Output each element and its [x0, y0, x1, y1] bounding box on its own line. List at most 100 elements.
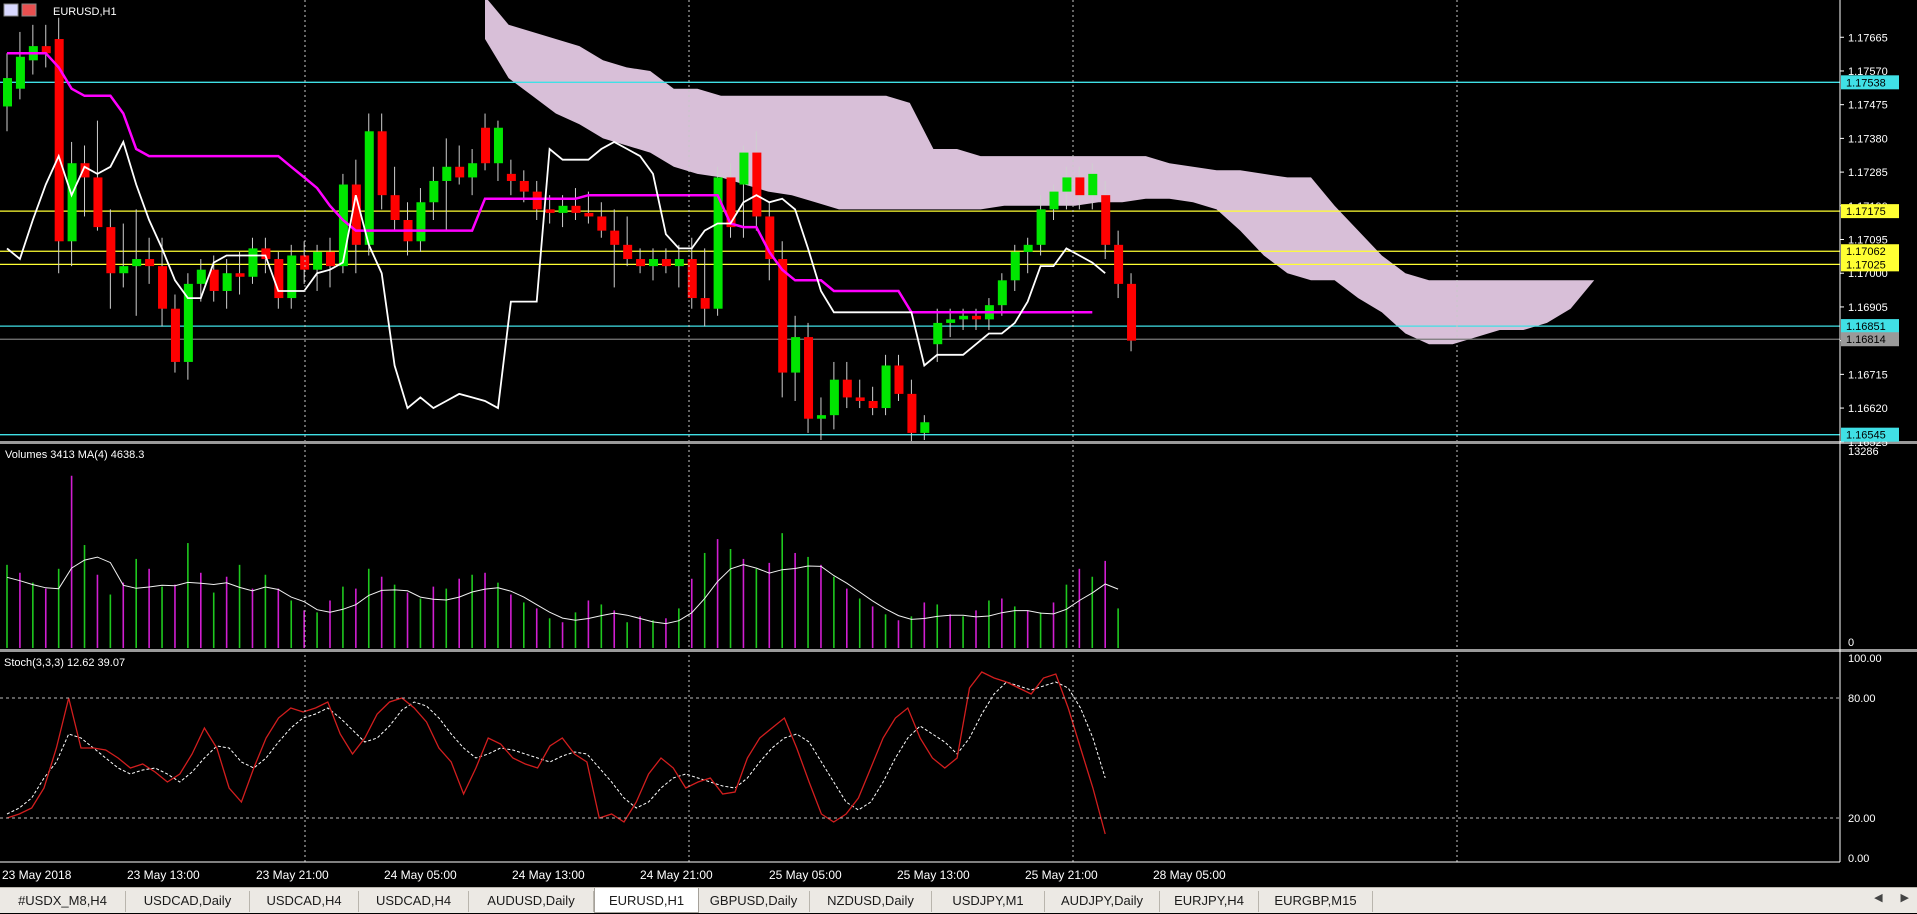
candle-body [1049, 191, 1059, 210]
candle-body [67, 163, 77, 242]
volume-title: Volumes 3413 MA(4) 4638.3 [5, 449, 144, 461]
chart-symbol-label: EURUSD,H1 [53, 6, 117, 18]
candle-body [532, 191, 542, 210]
candle-body [300, 255, 310, 270]
price-level-label: 1.17062 [1846, 246, 1886, 258]
candle-body [455, 166, 465, 178]
time-axis-label: 23 May 13:00 [127, 868, 200, 882]
chart-tab[interactable]: EURUSD,H1 [594, 888, 699, 913]
candle-body [338, 184, 348, 267]
chart-tab[interactable]: #USDX_M8,H4 [0, 891, 126, 912]
chart-tab-bar: ◀ ▶ #USDX_M8,H4 USDCAD,Daily USDCAD,H4 USDCA… [0, 887, 1917, 913]
time-axis-label: 23 May 2018 [2, 868, 72, 882]
candle-body [132, 259, 142, 267]
price-level-label: 1.17175 [1846, 206, 1886, 218]
time-axis-label: 23 May 21:00 [256, 868, 329, 882]
candle-body [610, 230, 620, 245]
candle-body [519, 180, 529, 192]
candle-body [106, 227, 116, 274]
price-tick-label: 1.16905 [1848, 302, 1888, 314]
candle-body [791, 337, 801, 373]
chart-tab[interactable]: NZDUSD,Daily [810, 891, 932, 912]
candle-body [739, 152, 749, 185]
tab-scroll-buttons: ◀ ▶ [1856, 891, 1909, 911]
price-level-label: 1.16851 [1846, 321, 1886, 333]
candle-body [15, 56, 25, 89]
candle-body [209, 269, 219, 291]
chart-tab[interactable]: AUDJPY,Daily [1045, 891, 1160, 912]
candle-body [390, 195, 400, 220]
time-axis-label: 25 May 05:00 [769, 868, 842, 882]
pane-separator[interactable] [0, 649, 1917, 652]
candle-body [3, 78, 12, 107]
candle-body [1036, 209, 1046, 245]
candle-body [972, 315, 981, 320]
candle-body [674, 259, 684, 267]
chart-tab[interactable]: USDCAD,Daily [126, 891, 250, 912]
window-menu-icon[interactable] [3, 3, 19, 17]
candle-body [868, 400, 878, 409]
candle-body [623, 244, 633, 260]
volume-axis-label: 0 [1848, 637, 1854, 649]
candle-body [468, 163, 478, 178]
chart-tab[interactable]: EURGBP,M15 [1259, 891, 1373, 912]
volume-axis-label: 13286 [1848, 446, 1879, 458]
time-axis-label: 25 May 13:00 [897, 868, 970, 882]
candle-body [364, 131, 374, 245]
candle-body [933, 322, 943, 345]
chart-tab[interactable]: EURJPY,H4 [1160, 891, 1259, 912]
candle-body [145, 259, 155, 267]
candle-body [959, 315, 969, 320]
stoch-axis-label: 100.00 [1848, 653, 1882, 665]
time-axis-label: 24 May 13:00 [512, 868, 585, 882]
candle-body [351, 184, 361, 245]
candle-body [1088, 173, 1098, 196]
candle-body [416, 202, 426, 242]
chart-menu-icon[interactable] [21, 3, 37, 17]
candle-body [196, 269, 206, 284]
price-level-label: 1.16545 [1846, 430, 1886, 442]
candle-body [829, 379, 839, 416]
candle-body [558, 205, 568, 213]
chart-tab[interactable]: USDCAD,H4 [359, 891, 469, 912]
candle-body [481, 127, 491, 164]
candle-body [649, 259, 658, 267]
candle-body [816, 415, 826, 419]
stoch-axis-label: 20.00 [1848, 813, 1876, 825]
candle-body [235, 273, 245, 277]
candle-body [661, 259, 671, 267]
chart-tab[interactable]: AUDUSD,Daily [469, 891, 594, 912]
candle-body [842, 379, 852, 398]
chart-tab[interactable]: GBPUSD,Daily [698, 891, 810, 912]
price-level-label: 1.16814 [1846, 334, 1886, 346]
candle-body [584, 212, 594, 217]
candle-body [907, 393, 917, 433]
time-axis-label: 24 May 21:00 [640, 868, 713, 882]
price-tick-label: 1.17665 [1848, 32, 1888, 44]
time-axis-label: 25 May 21:00 [1025, 868, 1098, 882]
candle-body [170, 308, 180, 362]
candle-body [636, 259, 646, 267]
stoch-axis-label: 80.00 [1848, 693, 1876, 705]
candle-body [93, 177, 103, 228]
candle-body [597, 216, 607, 231]
time-axis-label: 28 May 05:00 [1153, 868, 1226, 882]
pane-separator[interactable] [0, 441, 1917, 444]
candle-body [1127, 283, 1137, 341]
candle-body [119, 266, 129, 274]
chart-area[interactable]: EURUSD,H1 Volumes 3413 MA(4) 4638.3 Stoc… [0, 0, 1917, 887]
price-tick-label: 1.17285 [1848, 167, 1888, 179]
candle-body [313, 251, 323, 270]
candle-body [752, 152, 762, 217]
triangle-right-icon[interactable]: ▶ [1901, 891, 1909, 904]
candle-body [881, 365, 891, 409]
chart-tab[interactable]: USDJPY,M1 [932, 891, 1045, 912]
triangle-left-icon[interactable]: ◀ [1874, 891, 1882, 904]
candle-body [1101, 195, 1111, 245]
time-axis-label: 24 May 05:00 [384, 868, 457, 882]
chart-tab[interactable]: USDCAD,H4 [250, 891, 359, 912]
stoch-axis-label: 0.00 [1848, 853, 1869, 865]
candle-body [222, 273, 232, 291]
candle-body [1023, 244, 1033, 252]
candle-body [506, 173, 516, 181]
